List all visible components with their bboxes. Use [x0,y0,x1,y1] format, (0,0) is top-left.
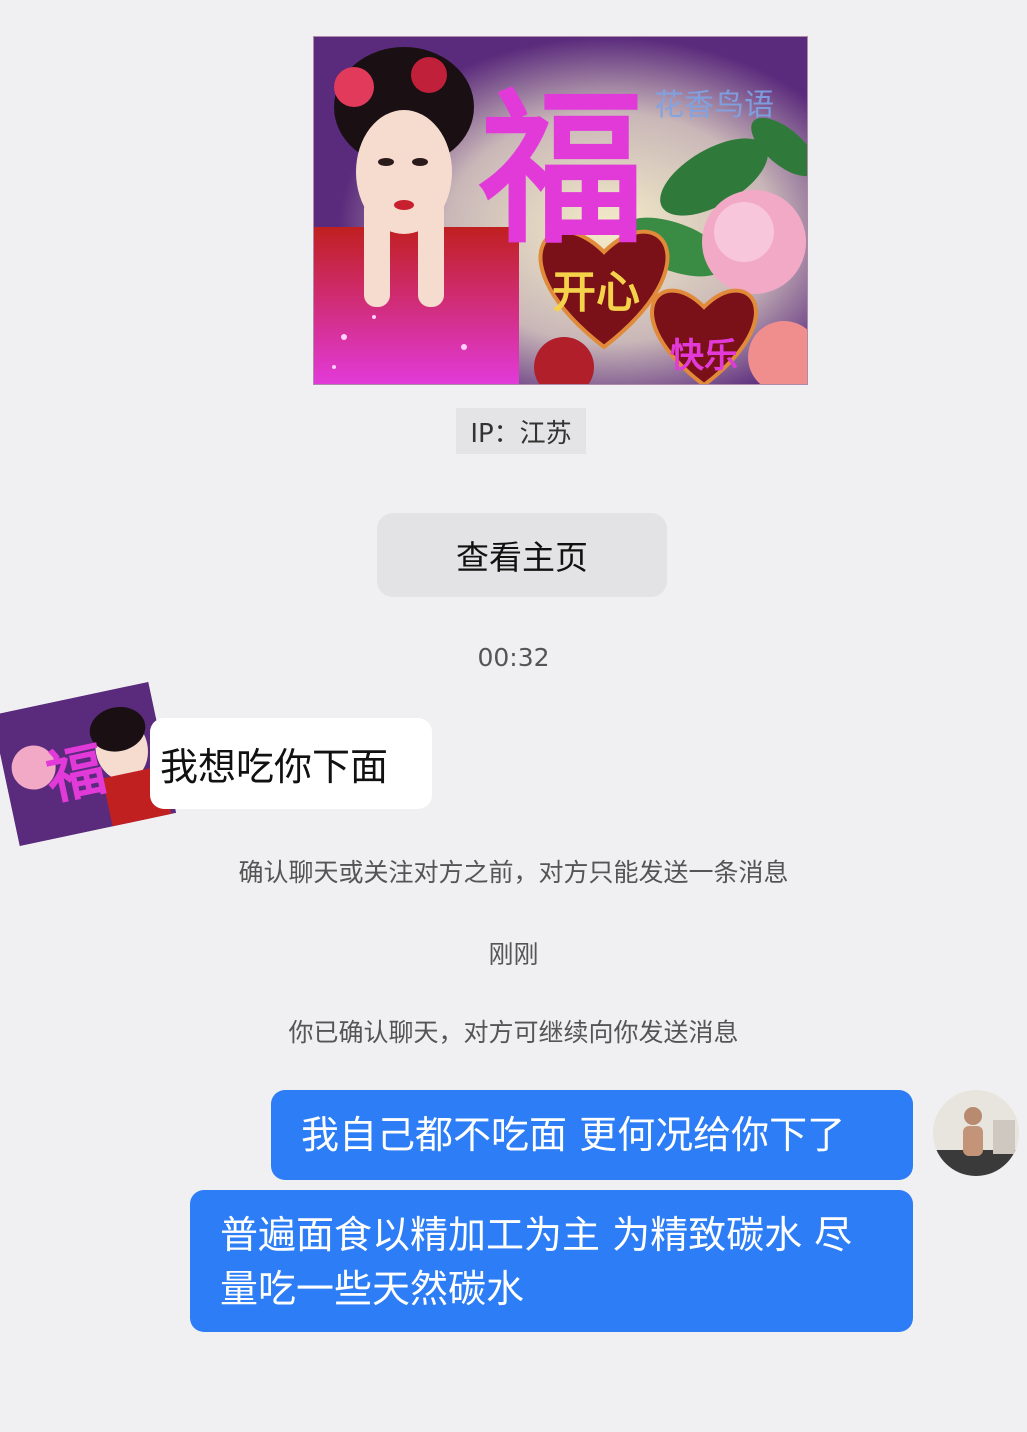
my-avatar[interactable] [933,1090,1019,1176]
cover-illustration: 福 花香鸟语 开心 快乐 [314,37,807,384]
message-line: 量吃一些天然碳水 [220,1267,525,1311]
ip-location-tag: IP：江苏 [456,408,586,454]
cover-watermark: 花香鸟语 [654,88,774,123]
outgoing-message-bubble[interactable]: 普遍面食以精加工为主 为精致碳水 尽 量吃一些天然碳水 [190,1190,913,1332]
cover-heart-text-1: 开心 [552,267,640,318]
profile-cover-image[interactable]: 福 花香鸟语 开心 快乐 [313,36,808,385]
cover-big-char: 福 [479,72,645,266]
chat-confirmed-note: 你已确认聊天，对方可继续向你发送消息 [288,1018,739,1047]
cover-heart-text-2: 快乐 [670,336,738,376]
avatar-photo [933,1090,1019,1176]
timestamp: 00:32 [477,643,550,672]
outgoing-message-bubble[interactable]: 我自己都不吃面 更何况给你下了 [271,1090,913,1180]
incoming-message-bubble[interactable]: 我想吃你下面 [150,718,432,809]
message-line: 普遍面食以精加工为主 为精致碳水 尽 [220,1213,853,1257]
view-homepage-button[interactable]: 查看主页 [377,513,667,597]
timestamp-just-now: 刚刚 [488,940,539,969]
message-limit-note: 确认聊天或关注对方之前，对方只能发送一条消息 [238,858,789,887]
